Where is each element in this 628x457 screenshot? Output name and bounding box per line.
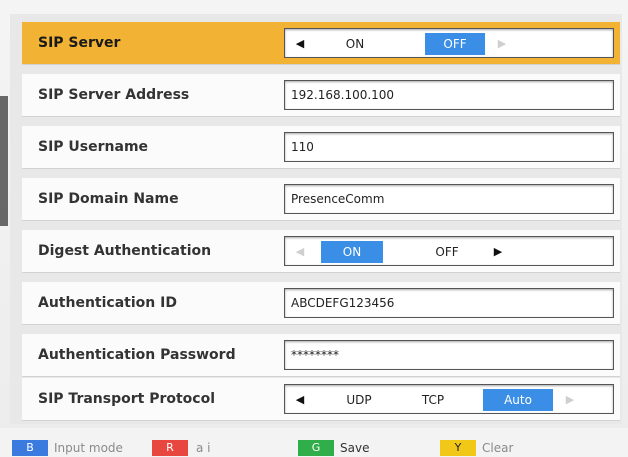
left-arrow-icon[interactable]: ◀ <box>293 241 307 263</box>
option-on[interactable]: ON <box>321 241 383 263</box>
option-auto[interactable]: Auto <box>483 389 553 411</box>
field-value: PresenceComm <box>291 192 385 206</box>
right-arrow-icon[interactable]: ▶ <box>495 33 509 55</box>
green-key[interactable]: G <box>298 440 334 456</box>
sip-server-selector[interactable]: ◀ ON OFF ▶ <box>284 28 614 58</box>
row-authentication-password[interactable]: Authentication Password ******** <box>22 334 620 376</box>
option-on[interactable]: ON <box>333 33 377 55</box>
row-label: SIP Username <box>38 139 149 155</box>
option-udp[interactable]: UDP <box>337 389 381 411</box>
row-sip-domain-name[interactable]: SIP Domain Name PresenceComm <box>22 178 620 220</box>
row-sip-server[interactable]: SIP Server ◀ ON OFF ▶ <box>22 22 620 64</box>
right-arrow-icon[interactable]: ▶ <box>491 241 505 263</box>
sip-transport-protocol-selector[interactable]: ◀ UDP TCP Auto ▶ <box>284 384 614 414</box>
option-off[interactable]: OFF <box>425 33 485 55</box>
row-sip-transport-protocol[interactable]: SIP Transport Protocol ◀ UDP TCP Auto ▶ <box>22 378 620 420</box>
row-label: Authentication ID <box>38 295 177 311</box>
settings-panel: SIP Server ◀ ON OFF ▶ SIP Server Address… <box>10 14 622 424</box>
blue-key-label: Input mode <box>54 441 123 455</box>
row-label: SIP Server Address <box>38 87 190 103</box>
left-arrow-icon[interactable]: ◀ <box>293 389 307 411</box>
yellow-key[interactable]: Y <box>440 440 476 456</box>
blue-key[interactable]: B <box>12 440 48 456</box>
row-label: Authentication Password <box>38 347 236 363</box>
sip-server-address-input[interactable]: 192.168.100.100 <box>284 80 614 110</box>
digest-authentication-selector[interactable]: ◀ ON OFF ▶ <box>284 236 614 266</box>
yellow-key-label: Clear <box>482 441 514 455</box>
green-key-label: Save <box>340 441 370 455</box>
row-authentication-id[interactable]: Authentication ID ABCDEFG123456 <box>22 282 620 324</box>
right-arrow-icon[interactable]: ▶ <box>563 389 577 411</box>
left-arrow-icon[interactable]: ◀ <box>293 33 307 55</box>
row-label: Digest Authentication <box>38 243 212 259</box>
field-value: 110 <box>291 140 314 154</box>
field-value: ABCDEFG123456 <box>291 296 395 310</box>
option-off[interactable]: OFF <box>425 241 469 263</box>
row-label: SIP Server <box>38 35 121 51</box>
authentication-password-input[interactable]: ******** <box>284 340 614 370</box>
option-tcp[interactable]: TCP <box>413 389 453 411</box>
row-sip-server-address[interactable]: SIP Server Address 192.168.100.100 <box>22 74 620 116</box>
sip-username-input[interactable]: 110 <box>284 132 614 162</box>
row-sip-username[interactable]: SIP Username 110 <box>22 126 620 168</box>
row-label: SIP Transport Protocol <box>38 391 216 407</box>
authentication-id-input[interactable]: ABCDEFG123456 <box>284 288 614 318</box>
red-key[interactable]: R <box>152 440 188 456</box>
red-key-label: a i <box>196 441 211 455</box>
field-value: ******** <box>291 348 339 362</box>
bezel-edge <box>0 96 8 226</box>
row-label: SIP Domain Name <box>38 191 179 207</box>
sip-domain-name-input[interactable]: PresenceComm <box>284 184 614 214</box>
field-value: 192.168.100.100 <box>291 88 395 102</box>
row-digest-authentication[interactable]: Digest Authentication ◀ ON OFF ▶ <box>22 230 620 272</box>
settings-screen: SIP Server ◀ ON OFF ▶ SIP Server Address… <box>0 0 628 457</box>
